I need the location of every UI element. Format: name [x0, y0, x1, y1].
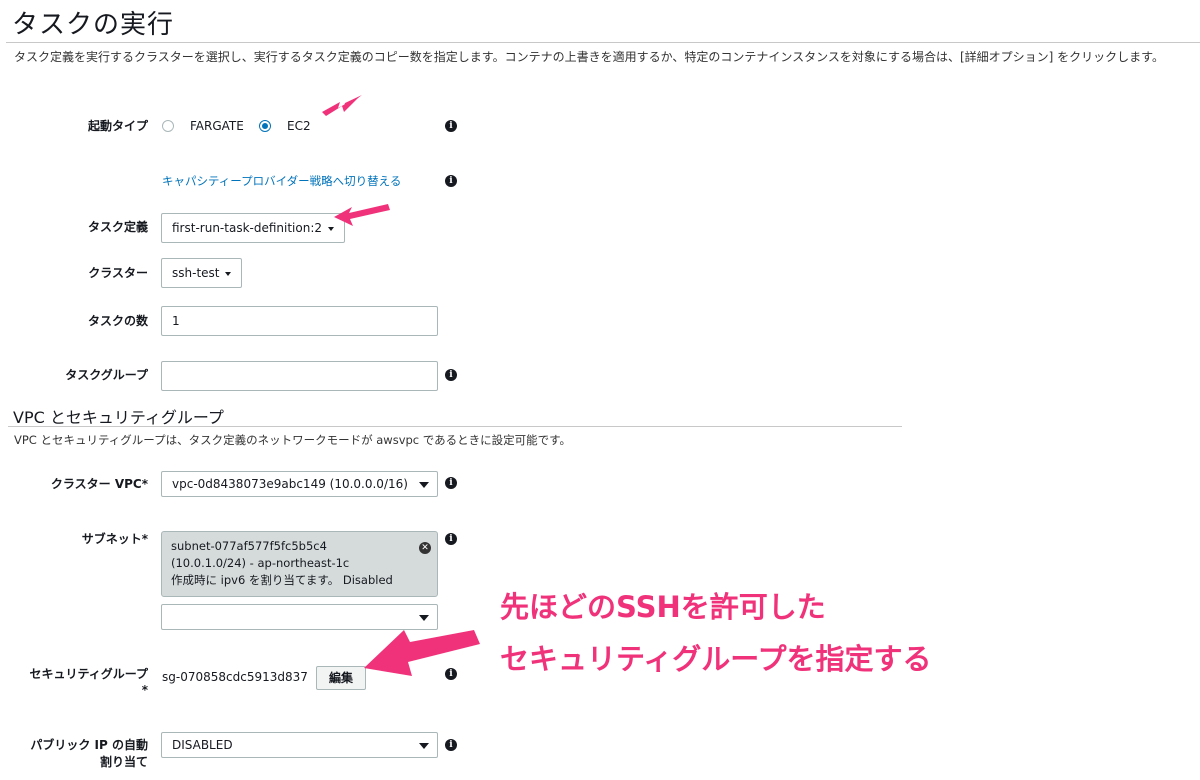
arrow-icon	[364, 630, 480, 676]
annotation-line1: 先ほどのSSHを許可した	[500, 590, 826, 624]
arrow-icon	[334, 204, 390, 226]
annotation-line2: セキュリティグループを指定する	[500, 642, 932, 676]
